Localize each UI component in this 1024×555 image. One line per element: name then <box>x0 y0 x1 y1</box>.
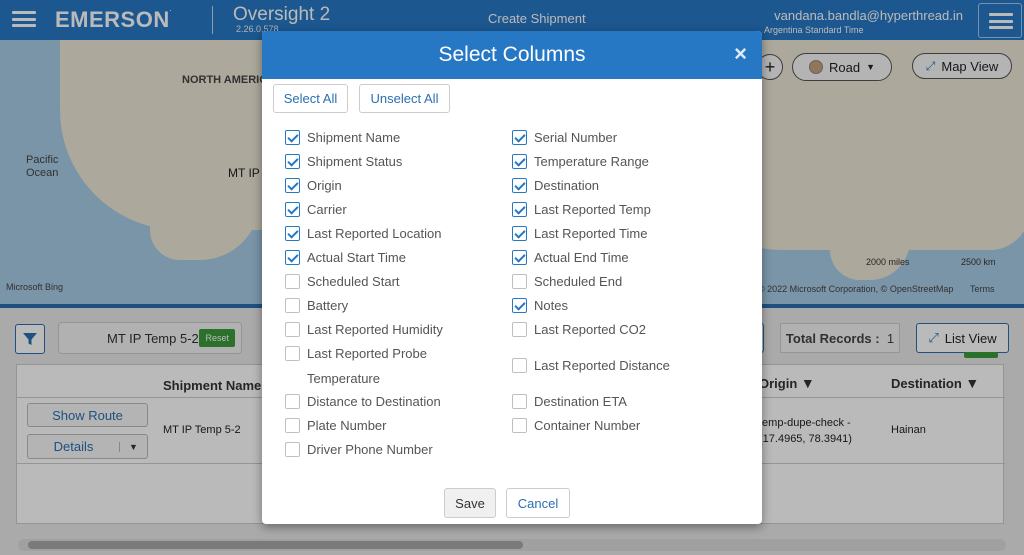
column-checkbox[interactable] <box>285 394 300 409</box>
column-option[interactable]: Shipment Status <box>285 153 402 171</box>
column-option[interactable]: Actual End Time <box>512 249 629 267</box>
column-option-label: Notes <box>534 298 568 313</box>
column-checkbox[interactable] <box>285 346 300 361</box>
column-checkbox[interactable] <box>285 130 300 145</box>
column-option[interactable]: Last Reported Time <box>512 225 647 243</box>
column-option[interactable]: Last Reported Probe Temperature <box>285 345 467 391</box>
column-checkbox[interactable] <box>285 202 300 217</box>
unselect-all-button[interactable]: Unselect All <box>359 84 450 113</box>
column-option-label: Container Number <box>534 418 641 433</box>
column-option-label: Last Reported Temp <box>534 202 651 217</box>
column-option-label: Last Reported Humidity <box>307 322 443 337</box>
column-option[interactable]: Shipment Name <box>285 129 400 147</box>
column-checkbox[interactable] <box>512 394 527 409</box>
column-option[interactable]: Distance to Destination <box>285 393 441 411</box>
column-option[interactable]: Battery <box>285 297 348 315</box>
column-checkbox[interactable] <box>285 418 300 433</box>
column-option[interactable]: Scheduled Start <box>285 273 400 291</box>
column-option[interactable]: Container Number <box>512 417 640 435</box>
column-option-label: Distance to Destination <box>307 394 441 409</box>
column-option-label: Last Reported Location <box>307 226 442 241</box>
column-checkbox[interactable] <box>512 178 527 193</box>
column-checkbox[interactable] <box>512 322 527 337</box>
column-checkbox[interactable] <box>512 418 527 433</box>
column-option-label: Actual End Time <box>534 250 629 265</box>
close-icon[interactable]: × <box>734 41 747 67</box>
column-option-label: Origin <box>307 178 342 193</box>
column-option-label: Battery <box>307 298 349 313</box>
column-option-label: Scheduled End <box>534 274 623 289</box>
column-checkbox[interactable] <box>285 250 300 265</box>
column-option-label: Temperature Range <box>534 154 649 169</box>
select-columns-dialog: Select Columns × Select All Unselect All… <box>262 31 762 524</box>
column-option[interactable]: Destination <box>512 177 599 195</box>
column-option-label: Shipment Name <box>307 130 401 145</box>
column-checkbox[interactable] <box>512 226 527 241</box>
column-option-label: Serial Number <box>534 130 618 145</box>
column-checkbox[interactable] <box>285 274 300 289</box>
column-checkbox[interactable] <box>512 202 527 217</box>
column-checkbox[interactable] <box>512 274 527 289</box>
column-option-label: Destination ETA <box>534 394 627 409</box>
column-option[interactable]: Last Reported Humidity <box>285 321 443 339</box>
column-option-label: Last Reported Distance <box>534 358 670 373</box>
column-option-label: Driver Phone Number <box>307 442 433 457</box>
column-option-label: Shipment Status <box>307 154 403 169</box>
column-checkbox[interactable] <box>285 226 300 241</box>
column-option-label: Scheduled Start <box>307 274 400 289</box>
column-checkbox[interactable] <box>285 178 300 193</box>
column-option-label: Plate Number <box>307 418 387 433</box>
column-option[interactable]: Origin <box>285 177 342 195</box>
column-checkbox[interactable] <box>512 130 527 145</box>
column-option-label: Last Reported CO2 <box>534 322 647 337</box>
column-checkbox[interactable] <box>285 298 300 313</box>
column-option[interactable]: Actual Start Time <box>285 249 406 267</box>
select-all-button[interactable]: Select All <box>273 84 348 113</box>
dialog-title: Select Columns <box>438 43 586 66</box>
column-option-label: Last Reported Time <box>534 226 648 241</box>
column-option[interactable]: Plate Number <box>285 417 386 435</box>
column-checkbox[interactable] <box>512 154 527 169</box>
column-option[interactable]: Driver Phone Number <box>285 441 433 459</box>
column-option[interactable]: Last Reported Distance <box>512 357 670 375</box>
dialog-header: Select Columns × <box>262 31 762 79</box>
column-checkbox[interactable] <box>285 442 300 457</box>
column-checkbox[interactable] <box>512 250 527 265</box>
column-option[interactable]: Scheduled End <box>512 273 622 291</box>
column-option[interactable]: Destination ETA <box>512 393 627 411</box>
column-option[interactable]: Last Reported Temp <box>512 201 651 219</box>
column-option-label: Carrier <box>307 202 347 217</box>
column-checkbox[interactable] <box>285 154 300 169</box>
column-checkbox[interactable] <box>512 358 527 373</box>
column-option[interactable]: Last Reported Location <box>285 225 441 243</box>
column-checkbox[interactable] <box>285 322 300 337</box>
column-option[interactable]: Notes <box>512 297 568 315</box>
column-option-label: Last Reported Probe Temperature <box>307 346 427 386</box>
save-button[interactable]: Save <box>444 488 496 518</box>
column-option[interactable]: Temperature Range <box>512 153 649 171</box>
column-option[interactable]: Last Reported CO2 <box>512 321 646 339</box>
column-option[interactable]: Carrier <box>285 201 347 219</box>
column-option-label: Destination <box>534 178 600 193</box>
column-option-label: Actual Start Time <box>307 250 406 265</box>
column-checkbox[interactable] <box>512 298 527 313</box>
column-option[interactable]: Serial Number <box>512 129 617 147</box>
cancel-button[interactable]: Cancel <box>506 488 570 518</box>
